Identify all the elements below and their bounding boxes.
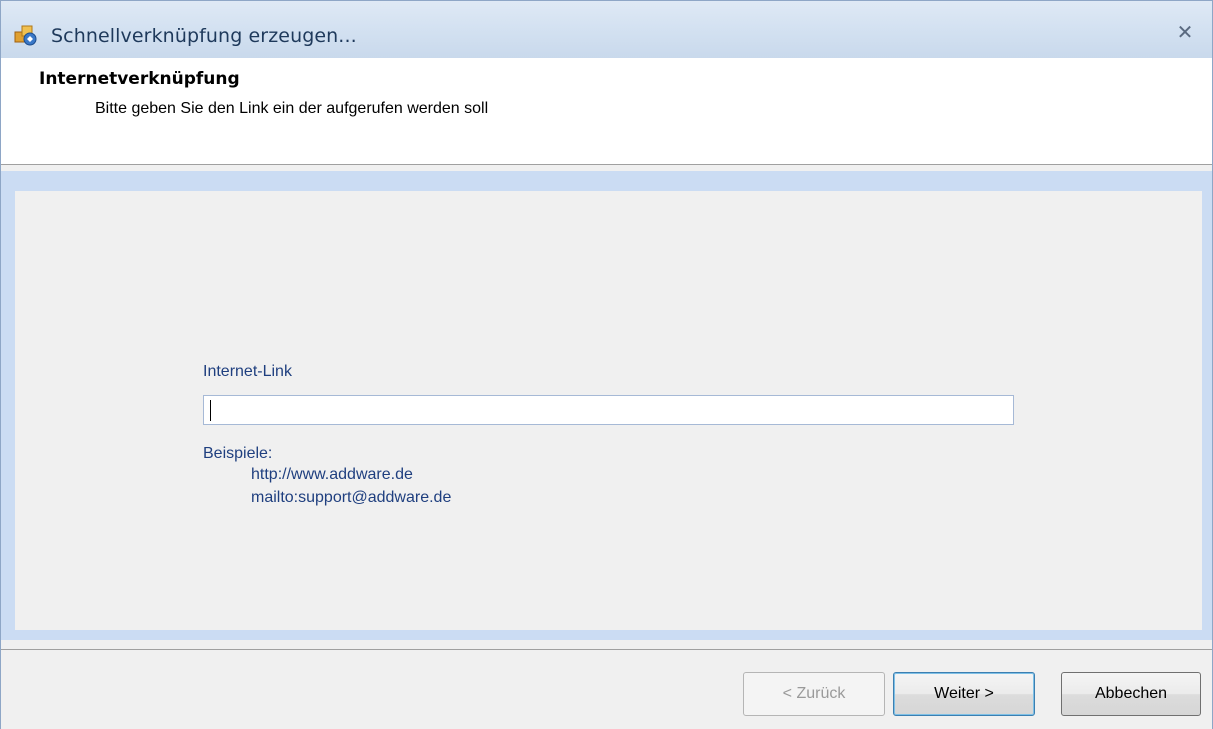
wizard-window: Schnellverknüpfung erzeugen... ✕ Interne… (0, 0, 1213, 729)
window-title: Schnellverknüpfung erzeugen... (51, 25, 357, 47)
close-button[interactable]: ✕ (1172, 19, 1198, 45)
cancel-button[interactable]: Abbechen (1061, 672, 1201, 716)
example-mailto: mailto:support@addware.de (251, 489, 452, 506)
examples-label: Beispiele: (203, 445, 273, 462)
page-title: Internetverknüpfung (39, 69, 240, 89)
internet-link-input[interactable] (203, 395, 1014, 425)
shortcut-app-icon (14, 25, 37, 46)
wizard-header: Internetverknüpfung Bitte geben Sie den … (1, 58, 1212, 165)
content-frame: Internet-Link Beispiele: http://www.addw… (1, 171, 1212, 640)
text-caret (210, 400, 211, 421)
title-bar[interactable]: Schnellverknüpfung erzeugen... ✕ (1, 1, 1212, 58)
internet-link-label: Internet-Link (203, 363, 292, 380)
next-button[interactable]: Weiter > (893, 672, 1035, 716)
back-button[interactable]: < Zurück (743, 672, 885, 716)
close-icon: ✕ (1176, 21, 1194, 44)
content-panel: Internet-Link Beispiele: http://www.addw… (15, 191, 1202, 630)
example-http: http://www.addware.de (251, 466, 413, 483)
footer-divider (1, 649, 1212, 650)
page-subtitle: Bitte geben Sie den Link ein der aufgeru… (95, 100, 489, 117)
